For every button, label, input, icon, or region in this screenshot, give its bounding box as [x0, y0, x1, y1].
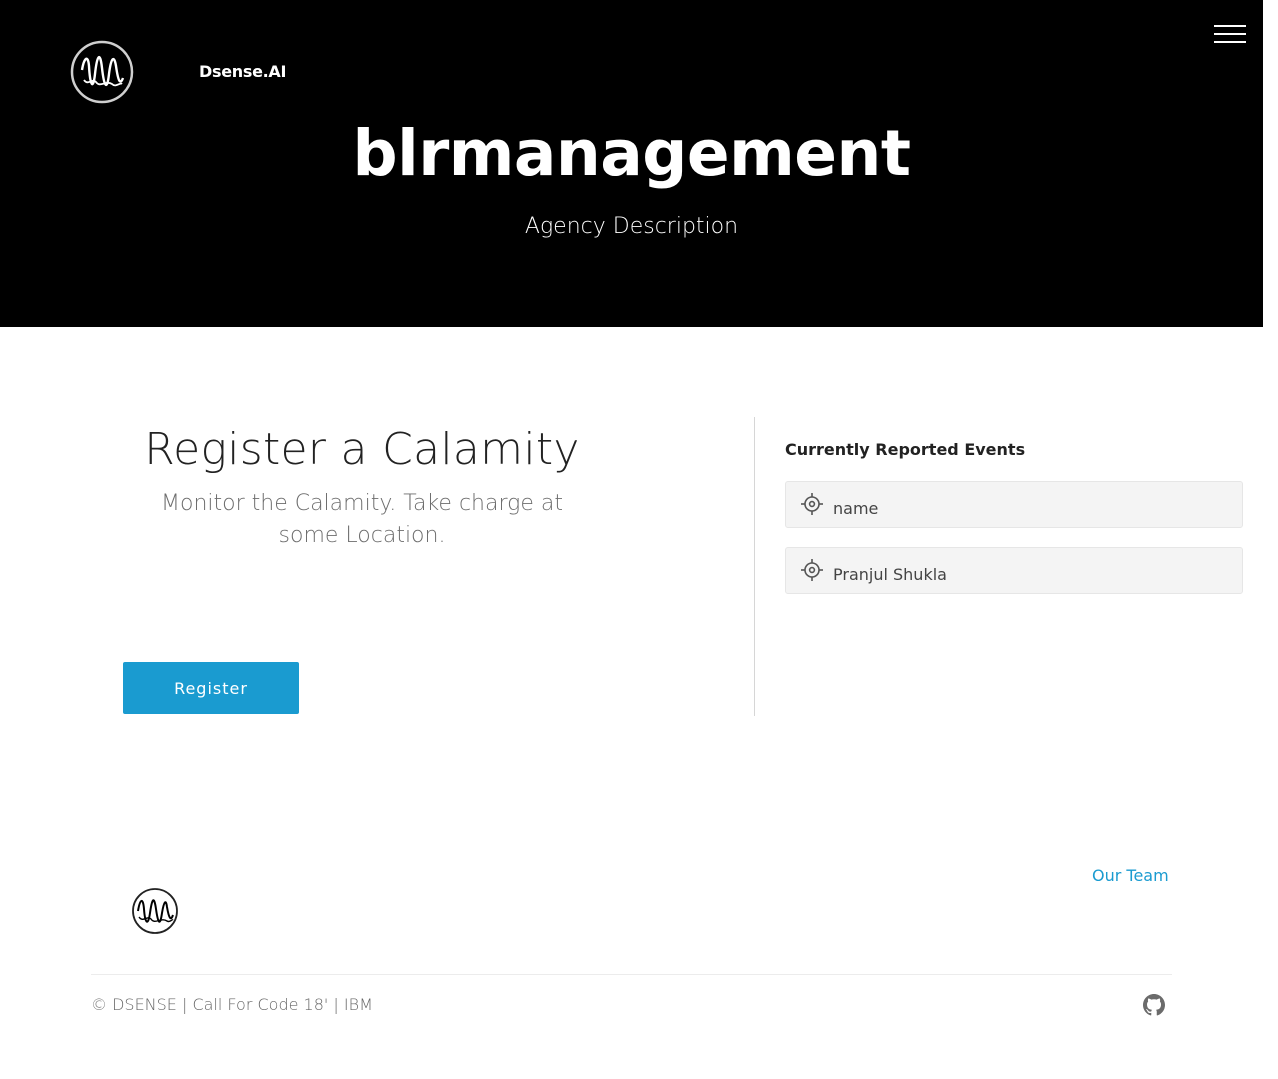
agency-title: blrmanagement [352, 117, 911, 190]
register-button[interactable]: Register [123, 662, 299, 714]
wave-circle-logo-icon[interactable] [131, 887, 179, 935]
location-target-icon [801, 559, 823, 581]
our-team-link[interactable]: Our Team [1092, 866, 1169, 885]
event-item[interactable]: Pranjul Shukla [785, 547, 1243, 594]
events-title: Currently Reported Events [785, 440, 1026, 459]
register-title: Register a Calamity [144, 424, 580, 475]
copyright-text: © DSENSE | Call For Code 18' | IBM [91, 995, 373, 1014]
event-name: name [833, 499, 879, 518]
hero-header: Dsense.AI blrmanagement Agency Descripti… [0, 0, 1263, 327]
wave-circle-logo-icon[interactable] [70, 40, 134, 104]
section-divider [754, 417, 755, 716]
agency-description: Agency Description [524, 214, 739, 239]
github-icon[interactable] [1143, 994, 1165, 1016]
register-subtitle: Monitor the Calamity. Take charge at som… [161, 491, 563, 548]
event-name: Pranjul Shukla [833, 565, 947, 584]
event-item[interactable]: name [785, 481, 1243, 528]
footer-divider [91, 974, 1172, 975]
location-target-icon [801, 493, 823, 515]
hamburger-menu-icon[interactable] [1214, 24, 1246, 46]
brand-name[interactable]: Dsense.AI [199, 62, 286, 81]
